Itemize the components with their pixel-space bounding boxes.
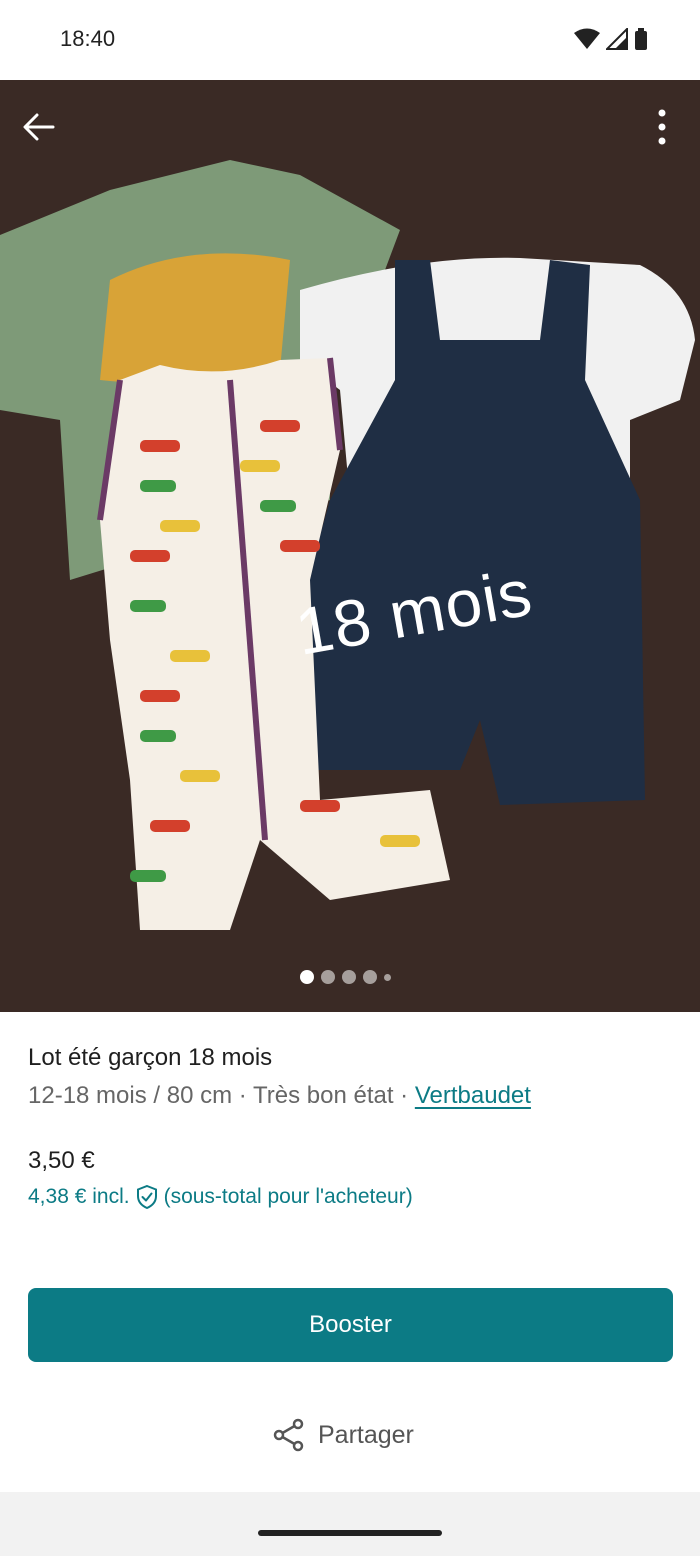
carousel-dot[interactable] xyxy=(384,973,391,981)
carousel-dot[interactable] xyxy=(363,970,377,984)
signal-icon xyxy=(606,28,628,50)
back-arrow-icon xyxy=(23,113,55,141)
home-indicator[interactable] xyxy=(258,1530,442,1536)
carousel-dot[interactable] xyxy=(321,970,335,984)
shield-check-icon xyxy=(136,1185,157,1209)
listing-price: 3,50 € xyxy=(28,1147,95,1174)
carousel-dot[interactable] xyxy=(300,970,314,984)
back-button[interactable] xyxy=(14,102,64,152)
status-bar: 18:40 xyxy=(0,0,700,80)
more-vertical-icon xyxy=(658,109,666,145)
total-price-note: (sous-total pour l'acheteur) xyxy=(163,1185,413,1208)
share-label: Partager xyxy=(318,1420,414,1449)
status-icons xyxy=(574,28,648,50)
carousel-indicator xyxy=(300,970,391,984)
brand-link[interactable]: Vertbaudet xyxy=(415,1082,531,1109)
listing-title: Lot été garçon 18 mois xyxy=(28,1044,273,1071)
product-photo-image xyxy=(0,80,700,1012)
buyer-total-price[interactable]: 4,38 € incl. (sous-total pour l'acheteur… xyxy=(28,1185,413,1209)
battery-icon xyxy=(635,28,647,50)
wifi-icon xyxy=(574,28,600,49)
listing-meta: 12-18 mois / 80 cm · Très bon état · Ver… xyxy=(28,1082,531,1110)
share-icon xyxy=(273,1418,304,1452)
listing-meta-text: 12-18 mois / 80 cm · Très bon état · xyxy=(28,1082,415,1109)
product-photo[interactable]: 18 mois xyxy=(0,80,700,1012)
carousel-dot[interactable] xyxy=(342,970,356,984)
total-price-value: 4,38 € incl. xyxy=(28,1185,130,1208)
share-button[interactable]: Partager xyxy=(272,1418,414,1452)
bottom-strip xyxy=(0,1492,700,1556)
booster-button[interactable]: Booster xyxy=(28,1288,673,1362)
more-options-button[interactable] xyxy=(642,102,682,152)
status-time: 18:40 xyxy=(60,26,116,51)
